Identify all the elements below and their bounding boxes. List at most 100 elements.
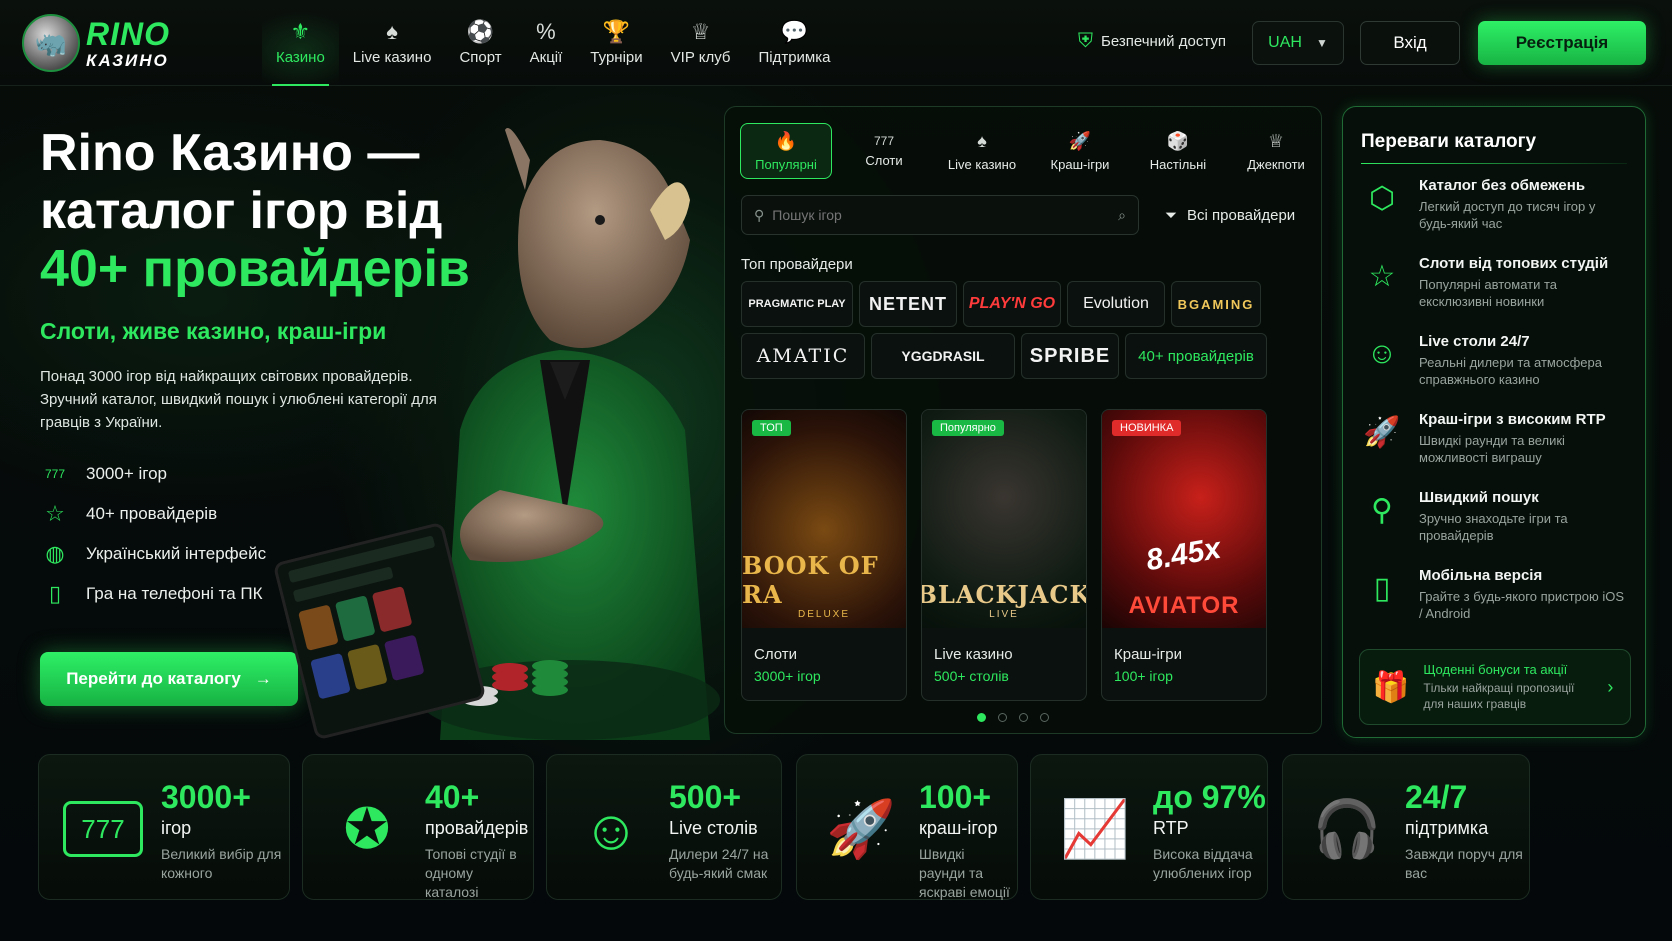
advantage-item: ⬡ Каталог без обмежень Легкий доступ до ти… (1361, 177, 1631, 255)
advantage-desc: Швидкі раунди та великі можливості вигра… (1419, 433, 1565, 465)
stat-unit: ігор (161, 818, 192, 838)
chevron-down-icon: ▼ (1315, 36, 1328, 50)
catalog-tab-2[interactable]: ♠ Live казино (936, 123, 1028, 179)
search-icon: ⚲ (754, 206, 765, 223)
tab-icon: 🚀 (1068, 130, 1092, 151)
stats-strip: 777 3000+ ігор Великий вибір для кожного ✪ 40… (38, 754, 1632, 902)
currency-select[interactable]: UAH ▼ (1252, 21, 1344, 65)
advantage-icon: 🚀 (1363, 416, 1401, 449)
game-art-multiplier: 8.45x (1144, 531, 1224, 578)
advantage-item: ☺ Live столи 24/7 Реальні дилери та атмосф… (1361, 333, 1631, 411)
search-submit-icon[interactable]: ⌕ (1118, 207, 1126, 224)
catalog-tab-3[interactable]: 🚀 Краш-ігри (1034, 123, 1126, 179)
stat-card: 📈 до 97% RTP Висока віддача улюблених ігор (1030, 754, 1268, 900)
catalog-tab-4[interactable]: 🎲 Настільні (1132, 123, 1224, 179)
stat-unit: провайдерів (425, 818, 529, 838)
game-artwork: НОВИНКА 8.45x AVIATOR (1102, 410, 1266, 628)
carousel-pagination (977, 713, 1049, 722)
tab-label: Джекпоти (1247, 156, 1305, 172)
nav-icon: ♕ (690, 18, 711, 44)
game-card[interactable]: Популярно BLACKJACK LIVE Live казино 500+ ст… (921, 409, 1087, 701)
game-category-name: Слоти (754, 646, 798, 663)
game-artwork: Популярно BLACKJACK LIVE (922, 410, 1086, 628)
pagination-dot[interactable] (998, 713, 1007, 722)
nav-label: Акції (529, 48, 563, 66)
provider-logo[interactable]: SPRIBE (1021, 333, 1119, 379)
game-category-name: Live казино (934, 646, 1013, 663)
stat-number: 40+ (425, 779, 480, 815)
nav-icon: 🏆 (602, 18, 631, 44)
provider-logo[interactable]: Evolution (1067, 281, 1165, 327)
game-art-subtitle: DELUXE (797, 609, 850, 620)
go-to-catalog-button[interactable]: Перейти до каталогу → (40, 652, 298, 706)
search-bar: ⚲ ⌕ (741, 195, 1139, 235)
stat-number: 500+ (669, 779, 742, 815)
game-art-title: BOOK OF RA (742, 551, 879, 609)
nav-item-1[interactable]: ♠ Live казино (339, 0, 446, 86)
pagination-dot[interactable] (1019, 713, 1028, 722)
shield-icon: ⛨ (1078, 30, 1093, 52)
nav-item-2[interactable]: ⚽ Спорт (445, 0, 515, 86)
advantage-icon: ⚲ (1371, 494, 1393, 527)
nav-item-5[interactable]: ♕ VIP клуб (657, 0, 745, 86)
category-tabs: 🔥 Популярні 777 Слоти ♠ Live казино 🚀 Краш-ігри… (740, 123, 1322, 179)
providers-filter-label: Всі провайдери (1187, 206, 1296, 224)
nav-label: Підтримка (758, 48, 831, 66)
nav-icon: ⚜ (290, 18, 311, 44)
nav-item-0[interactable]: ⚜ Казино (262, 0, 339, 86)
arrow-right-icon: → (254, 669, 272, 688)
daily-bonus-banner[interactable]: 🎁 Щоденні бонуси та акції Тільки найкращ… (1359, 649, 1631, 725)
nav-label: Live казино (352, 48, 432, 66)
game-card[interactable]: ТОП BOOK OF RA DELUXE Слоти 3000+ ігор (741, 409, 907, 701)
catalog-tab-1[interactable]: 777 Слоти (838, 123, 930, 179)
nav-item-4[interactable]: 🏆 Турніри (576, 0, 656, 86)
hero-features: 777 3000+ ігор ☆ 40+ провайдерів ◍ Українськи… (40, 462, 266, 606)
advantage-title: Краш-ігри з високим RTP (1419, 411, 1606, 428)
provider-logo[interactable]: PRAGMATIC PLAY (741, 281, 853, 327)
more-providers-button[interactable]: 40+ провайдерів (1125, 333, 1267, 379)
provider-logo[interactable]: PLAY'N GO (963, 281, 1061, 327)
hero-feature: ▯ Гра на телефоні та ПК (40, 581, 266, 606)
provider-logo[interactable]: BGAMING (1171, 281, 1261, 327)
advantage-icon: ☆ (1368, 260, 1396, 293)
stat-card: 🎧 24/7 підтримка Завжди поруч для вас (1282, 754, 1530, 900)
stat-icon: 📈 (1060, 797, 1130, 860)
stat-icon: 🚀 (826, 797, 896, 860)
login-button[interactable]: Вхід (1360, 21, 1460, 65)
stat-icon: 🎧 (1312, 797, 1382, 860)
feature-label: 3000+ ігор (86, 464, 167, 483)
brand-logo[interactable]: 🦏 RINO КАЗИНО (22, 12, 182, 74)
game-badge: ТОП (752, 420, 791, 436)
catalog-tab-5[interactable]: ♕ Джекпоти (1230, 123, 1322, 179)
catalog-tab-0[interactable]: 🔥 Популярні (740, 123, 832, 179)
chevron-right-icon: › (1607, 676, 1614, 697)
stat-desc: Топові студії в одному каталозі (425, 846, 517, 900)
provider-logo[interactable]: NETENT (859, 281, 957, 327)
hero-subtitle: Слоти, живе казино, краш-ігри (40, 318, 387, 344)
pagination-dot[interactable] (1040, 713, 1049, 722)
provider-logo[interactable]: YGGDRASIL (871, 333, 1015, 379)
advantage-desc: Грайте з будь-якого пристрою iOS / Andro… (1419, 589, 1625, 621)
provider-logo[interactable]: AMATIC (741, 333, 865, 379)
search-input[interactable] (772, 207, 1111, 223)
feature-icon: ◍ (45, 541, 65, 566)
tab-icon: ♠ (977, 130, 987, 151)
advantage-icon: ⬡ (1368, 182, 1396, 215)
stat-number: 24/7 (1405, 779, 1468, 815)
nav-item-6[interactable]: 💬 Підтримка (744, 0, 844, 86)
stat-unit: краш-ігор (919, 818, 998, 838)
advantage-item: ▯ Мобільна версія Грайте з будь-якого прис… (1361, 567, 1631, 645)
pagination-dot[interactable] (977, 713, 986, 722)
stat-card: ☺ 500+ Live столів Дилери 24/7 на будь-який… (546, 754, 782, 900)
register-button[interactable]: Реєстрація (1478, 21, 1646, 65)
feature-icon: ☆ (45, 501, 65, 526)
nav-item-3[interactable]: % Акції (516, 0, 577, 86)
game-card[interactable]: НОВИНКА 8.45x AVIATOR Краш-ігри 100+ ігор (1101, 409, 1267, 701)
stat-desc: Завжди поруч для вас (1405, 846, 1523, 881)
tab-icon: ♕ (1267, 130, 1285, 151)
advantage-desc: Реальні дилери та атмосфера справжнього … (1419, 355, 1602, 387)
advantage-item: ☆ Слоти від топових студій Популярні автом… (1361, 255, 1631, 333)
providers-filter-button[interactable]: ⏷ Всі провайдери (1157, 195, 1295, 235)
stat-icon: ☺ (582, 797, 640, 861)
game-art-title: BLACKJACK (921, 580, 1087, 609)
